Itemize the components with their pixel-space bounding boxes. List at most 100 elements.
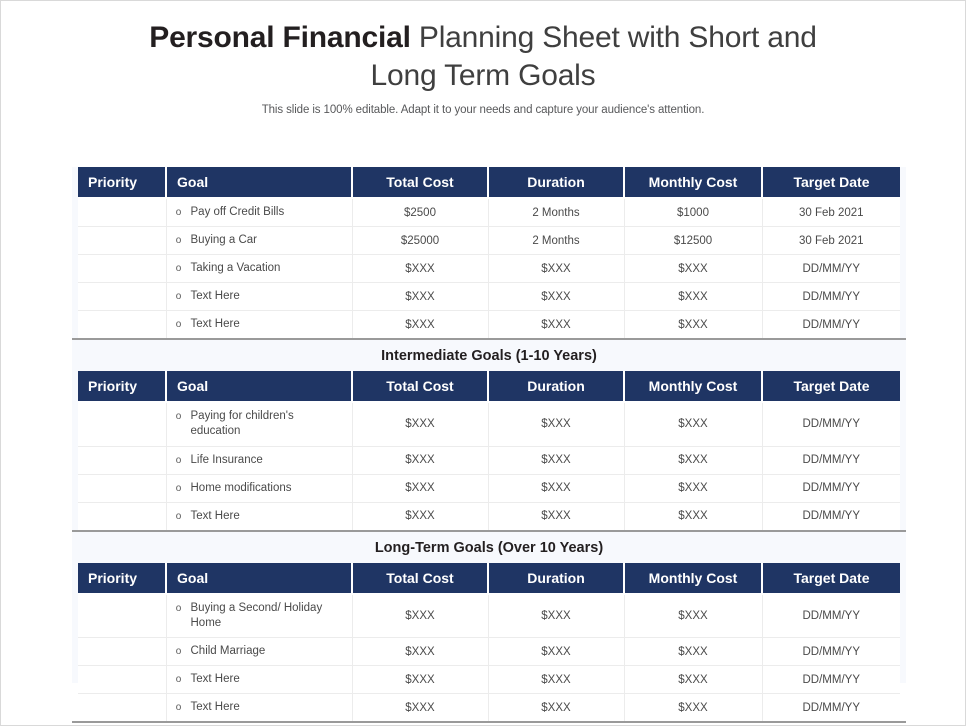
cell-target-date[interactable]: DD/MM/YY <box>762 282 900 311</box>
cell-target-date[interactable]: DD/MM/YY <box>762 310 900 338</box>
cell-target-date[interactable]: DD/MM/YY <box>762 402 900 447</box>
cell-monthly-cost[interactable]: $XXX <box>624 474 763 503</box>
cell-monthly-cost[interactable]: $XXX <box>624 665 763 694</box>
cell-monthly-cost[interactable]: $12500 <box>624 226 763 255</box>
column-header-goal[interactable]: Goal <box>166 371 353 403</box>
cell-priority[interactable] <box>78 474 167 503</box>
cell-duration[interactable]: $XXX <box>488 254 625 283</box>
cell-total-cost[interactable]: $XXX <box>352 254 489 283</box>
cell-total-cost[interactable]: $XXX <box>352 402 489 447</box>
cell-monthly-cost[interactable]: $XXX <box>624 446 763 475</box>
table-row[interactable]: o Text Here $XXX $XXX $XXX DD/MM/YY <box>78 693 900 721</box>
cell-total-cost[interactable]: $XXX <box>352 282 489 311</box>
table-row[interactable]: o Taking a Vacation $XXX $XXX $XXX DD/MM/YY <box>78 254 900 283</box>
cell-priority[interactable] <box>78 226 167 255</box>
cell-duration[interactable]: $XXX <box>488 402 625 447</box>
cell-total-cost[interactable]: $XXX <box>352 693 489 721</box>
cell-target-date[interactable]: 30 Feb 2021 <box>762 198 900 227</box>
cell-monthly-cost[interactable]: $1000 <box>624 198 763 227</box>
table-row[interactable]: o Text Here $XXX $XXX $XXX DD/MM/YY <box>78 665 900 694</box>
cell-target-date[interactable]: DD/MM/YY <box>762 446 900 475</box>
cell-monthly-cost[interactable]: $XXX <box>624 310 763 338</box>
column-header-priority[interactable]: Priority <box>78 167 167 199</box>
table-row[interactable]: o Life Insurance $XXX $XXX $XXX DD/MM/YY <box>78 446 900 475</box>
cell-priority[interactable] <box>78 665 167 694</box>
cell-goal[interactable]: o Life Insurance <box>166 446 353 475</box>
cell-total-cost[interactable]: $2500 <box>352 198 489 227</box>
table-row[interactable]: o Buying a Car $25000 2 Months $12500 30 Feb … <box>78 226 900 255</box>
table-row[interactable]: o Child Marriage $XXX $XXX $XXX DD/MM/YY <box>78 637 900 666</box>
table-row[interactable]: o Text Here $XXX $XXX $XXX DD/MM/YY <box>78 310 900 338</box>
cell-target-date[interactable]: 30 Feb 2021 <box>762 226 900 255</box>
cell-goal[interactable]: o Home modifications <box>166 474 353 503</box>
cell-monthly-cost[interactable]: $XXX <box>624 637 763 666</box>
cell-target-date[interactable]: DD/MM/YY <box>762 593 900 638</box>
cell-total-cost[interactable]: $XXX <box>352 310 489 338</box>
cell-target-date[interactable]: DD/MM/YY <box>762 665 900 694</box>
cell-priority[interactable] <box>78 310 167 338</box>
cell-total-cost[interactable]: $XXX <box>352 446 489 475</box>
cell-priority[interactable] <box>78 282 167 311</box>
cell-duration[interactable]: $XXX <box>488 593 625 638</box>
cell-monthly-cost[interactable]: $XXX <box>624 282 763 311</box>
cell-duration[interactable]: 2 Months <box>488 226 625 255</box>
cell-goal[interactable]: o Text Here <box>166 665 353 694</box>
column-header-monthly-cost[interactable]: Monthly Cost <box>624 562 763 595</box>
cell-duration[interactable]: $XXX <box>488 502 625 530</box>
table-row[interactable]: o Text Here $XXX $XXX $XXX DD/MM/YY <box>78 282 900 311</box>
cell-duration[interactable]: $XXX <box>488 310 625 338</box>
column-header-priority[interactable]: Priority <box>78 371 167 403</box>
cell-duration[interactable]: $XXX <box>488 474 625 503</box>
column-header-priority[interactable]: Priority <box>78 562 167 595</box>
cell-target-date[interactable]: DD/MM/YY <box>762 502 900 530</box>
table-row[interactable]: o Paying for children's education $XXX $XXX… <box>78 402 900 447</box>
cell-target-date[interactable]: DD/MM/YY <box>762 474 900 503</box>
cell-monthly-cost[interactable]: $XXX <box>624 254 763 283</box>
column-header-duration[interactable]: Duration <box>488 371 625 403</box>
cell-goal[interactable]: o Taking a Vacation <box>166 254 353 283</box>
cell-goal[interactable]: o Paying for children's education <box>166 402 353 447</box>
cell-monthly-cost[interactable]: $XXX <box>624 593 763 638</box>
column-header-goal[interactable]: Goal <box>166 167 353 199</box>
cell-monthly-cost[interactable]: $XXX <box>624 402 763 447</box>
cell-duration[interactable]: $XXX <box>488 637 625 666</box>
cell-goal[interactable]: o Child Marriage <box>166 637 353 666</box>
cell-priority[interactable] <box>78 402 167 447</box>
cell-duration[interactable]: $XXX <box>488 665 625 694</box>
cell-goal[interactable]: o Buying a Car <box>166 226 353 255</box>
column-header-goal[interactable]: Goal <box>166 562 353 595</box>
column-header-duration[interactable]: Duration <box>488 562 625 595</box>
cell-priority[interactable] <box>78 693 167 721</box>
cell-goal[interactable]: o Text Here <box>166 502 353 530</box>
cell-duration[interactable]: $XXX <box>488 693 625 721</box>
cell-monthly-cost[interactable]: $XXX <box>624 502 763 530</box>
column-header-total-cost[interactable]: Total Cost <box>352 167 489 199</box>
cell-total-cost[interactable]: $XXX <box>352 474 489 503</box>
column-header-monthly-cost[interactable]: Monthly Cost <box>624 371 763 403</box>
table-row[interactable]: o Text Here $XXX $XXX $XXX DD/MM/YY <box>78 502 900 530</box>
cell-priority[interactable] <box>78 502 167 530</box>
cell-goal[interactable]: o Text Here <box>166 282 353 311</box>
cell-target-date[interactable]: DD/MM/YY <box>762 637 900 666</box>
table-row[interactable]: o Pay off Credit Bills $2500 2 Months $1000 3… <box>78 198 900 227</box>
column-header-duration[interactable]: Duration <box>488 167 625 199</box>
cell-priority[interactable] <box>78 593 167 638</box>
cell-priority[interactable] <box>78 198 167 227</box>
cell-total-cost[interactable]: $XXX <box>352 637 489 666</box>
cell-goal[interactable]: o Text Here <box>166 310 353 338</box>
table-row[interactable]: o Buying a Second/ Holiday Home $XXX $XXX $X… <box>78 593 900 638</box>
cell-priority[interactable] <box>78 446 167 475</box>
column-header-target-date[interactable]: Target Date <box>762 562 900 595</box>
cell-total-cost[interactable]: $25000 <box>352 226 489 255</box>
column-header-monthly-cost[interactable]: Monthly Cost <box>624 167 763 199</box>
table-row[interactable]: o Home modifications $XXX $XXX $XXX DD/MM/YY <box>78 474 900 503</box>
cell-duration[interactable]: 2 Months <box>488 198 625 227</box>
cell-duration[interactable]: $XXX <box>488 282 625 311</box>
cell-total-cost[interactable]: $XXX <box>352 665 489 694</box>
cell-total-cost[interactable]: $XXX <box>352 502 489 530</box>
cell-priority[interactable] <box>78 637 167 666</box>
cell-goal[interactable]: o Pay off Credit Bills <box>166 198 353 227</box>
cell-target-date[interactable]: DD/MM/YY <box>762 693 900 721</box>
cell-duration[interactable]: $XXX <box>488 446 625 475</box>
cell-total-cost[interactable]: $XXX <box>352 593 489 638</box>
